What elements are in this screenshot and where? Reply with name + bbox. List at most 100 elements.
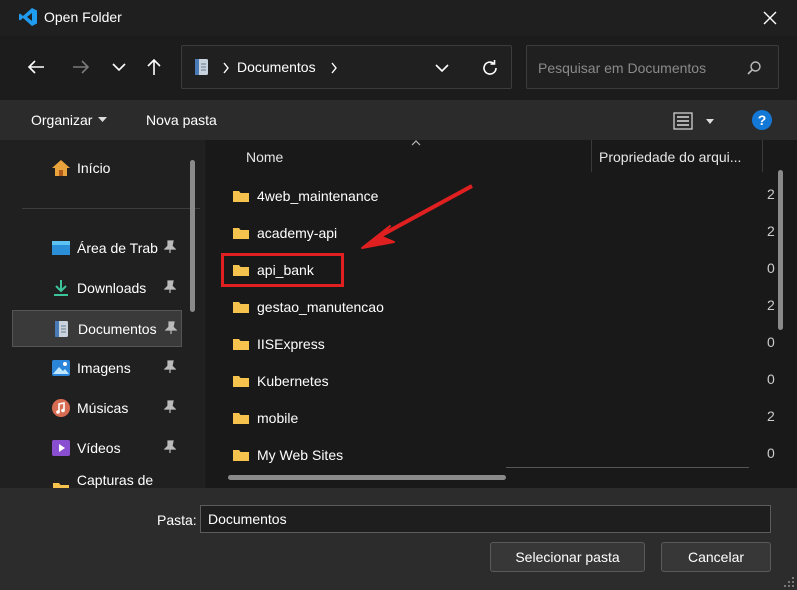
navigation-pane: Início Área de Trab Downloads Documentos… — [0, 140, 205, 488]
back-button[interactable] — [21, 52, 51, 82]
column-header-property[interactable]: Propriedade do arqui... — [599, 149, 741, 165]
desktop-icon — [50, 237, 72, 259]
file-property-value: 2 — [767, 297, 775, 313]
file-name: gestao_manutencao — [257, 298, 384, 315]
list-item[interactable]: mobile — [232, 399, 298, 436]
title-bar: Open Folder — [0, 0, 797, 36]
refresh-icon[interactable] — [481, 59, 499, 77]
folder-icon — [233, 227, 249, 239]
folder-name-value: Documentos — [208, 511, 287, 527]
caret-down-icon — [706, 118, 714, 124]
folder-icon — [50, 477, 72, 488]
address-history-chevron-icon[interactable] — [435, 64, 449, 73]
sidebar-item-documentos[interactable]: Documentos — [12, 310, 182, 347]
sidebar-divider — [22, 208, 200, 209]
sidebar-item-label: Capturas de Tela — [76, 472, 154, 488]
pin-icon[interactable] — [164, 400, 176, 414]
file-property-value: 0 — [767, 260, 775, 276]
sidebar-item-label: Documentos — [78, 320, 157, 337]
file-property-value: 2 — [767, 408, 775, 424]
close-icon[interactable] — [763, 11, 777, 25]
sidebar-scrollbar[interactable] — [190, 160, 195, 312]
cancel-button[interactable]: Cancelar — [661, 542, 771, 572]
pictures-icon — [50, 357, 72, 379]
pin-icon[interactable] — [164, 440, 176, 454]
search-icon[interactable] — [746, 60, 762, 76]
sidebar-item-label: Imagens — [77, 360, 131, 376]
sidebar-item-inicio[interactable]: Início — [12, 150, 182, 186]
organize-label: Organizar — [31, 112, 93, 128]
footer-panel — [0, 488, 797, 590]
file-name: IISExpress — [257, 335, 325, 352]
view-options-button[interactable] — [673, 110, 718, 132]
recent-locations-button[interactable] — [104, 52, 134, 82]
help-icon[interactable]: ? — [751, 109, 773, 131]
content-scrollbar-vertical[interactable] — [778, 170, 783, 330]
content-scrollbar-horizontal[interactable] — [228, 475, 506, 480]
column-header-name[interactable]: Nome — [246, 149, 283, 165]
sidebar-item-capturas-de-tela[interactable]: Capturas de Tela — [12, 470, 182, 488]
file-property-value: 2 — [767, 223, 775, 239]
list-item[interactable]: gestao_manutencao — [232, 288, 384, 325]
video-icon — [50, 437, 72, 459]
file-property-value: 2 — [767, 186, 775, 202]
chevron-down-icon — [112, 63, 126, 72]
arrow-right-icon — [73, 60, 90, 74]
sidebar-item-imagens[interactable]: Imagens — [12, 350, 182, 386]
download-icon — [50, 277, 72, 299]
up-button[interactable] — [139, 52, 169, 82]
list-item[interactable]: IISExpress — [232, 325, 325, 362]
sidebar-item-label: Área de Trab — [77, 240, 158, 256]
annotation-arrow-icon — [361, 184, 473, 249]
file-name: mobile — [257, 409, 299, 426]
sidebar-item-musicas[interactable]: Músicas — [12, 390, 182, 426]
address-bar[interactable]: Documentos — [181, 45, 512, 89]
folder-icon — [233, 301, 249, 313]
folder-icon — [233, 412, 249, 424]
arrow-up-icon — [147, 58, 161, 75]
document-icon — [195, 59, 208, 75]
file-name: academy-api — [257, 224, 338, 241]
sidebar-item-downloads[interactable]: Downloads — [12, 270, 182, 306]
column-divider[interactable] — [591, 140, 592, 172]
folder-icon — [233, 449, 249, 461]
column-divider[interactable] — [762, 140, 763, 172]
search-input[interactable] — [536, 57, 740, 79]
sidebar-item-videos[interactable]: Vídeos — [12, 430, 182, 466]
breadcrumb-chevron-icon[interactable] — [330, 62, 338, 74]
select-folder-button[interactable]: Selecionar pasta — [490, 542, 645, 572]
sort-ascending-icon — [411, 140, 421, 146]
sidebar-item-label: Músicas — [77, 400, 129, 416]
organize-button[interactable]: Organizar — [31, 112, 108, 128]
pin-icon[interactable] — [164, 360, 176, 374]
sidebar-item-label: Início — [77, 160, 111, 176]
vscode-logo-icon — [19, 8, 37, 26]
breadcrumb-separator-icon — [223, 62, 229, 74]
pin-icon[interactable] — [164, 240, 176, 254]
resize-grip-icon[interactable] — [783, 576, 795, 588]
folder-icon — [233, 338, 249, 350]
music-icon — [50, 397, 72, 419]
file-property-value: 0 — [767, 445, 775, 461]
file-name: Kubernetes — [257, 372, 329, 389]
list-item[interactable]: My Web Sites — [232, 436, 343, 473]
new-folder-button[interactable]: Nova pasta — [146, 112, 217, 128]
pin-icon[interactable] — [165, 321, 177, 335]
details-view-icon — [673, 112, 693, 130]
list-item[interactable]: Kubernetes — [232, 362, 329, 399]
folder-icon — [233, 375, 249, 387]
pin-icon[interactable] — [164, 280, 176, 294]
folder-label: Pasta: — [157, 512, 197, 528]
forward-button[interactable] — [66, 52, 96, 82]
caret-down-icon — [98, 117, 108, 122]
breadcrumb-documentos[interactable]: Documentos — [237, 59, 316, 75]
folder-icon — [233, 190, 249, 202]
folder-name-field[interactable]: Documentos — [200, 505, 771, 533]
file-property-value: 0 — [767, 334, 775, 350]
file-name: My Web Sites — [257, 446, 344, 463]
list-item[interactable]: academy-api — [232, 214, 337, 251]
sidebar-item-area-de-trabalho[interactable]: Área de Trab — [12, 230, 182, 266]
search-box[interactable] — [526, 45, 779, 89]
home-icon — [50, 157, 72, 179]
sidebar-item-label: Downloads — [77, 280, 147, 296]
